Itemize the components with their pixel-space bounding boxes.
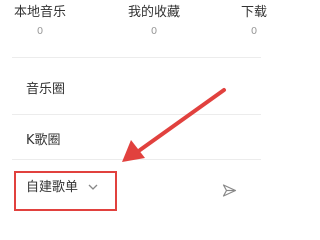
stat-label: 我的收藏 bbox=[127, 5, 180, 20]
stat-count: 0 bbox=[250, 26, 258, 37]
menu-item-music-circle[interactable]: 音乐圈 bbox=[26, 78, 65, 97]
stat-label: 下载 bbox=[240, 5, 267, 20]
divider bbox=[12, 57, 261, 58]
menu-item-k-song-circle[interactable]: K歌圈 bbox=[26, 129, 61, 148]
divider bbox=[12, 159, 261, 160]
stat-count: 0 bbox=[36, 26, 44, 37]
stats-bar: 本地音乐 0 我的收藏 0 下载 0 bbox=[0, 0, 267, 50]
stat-downloads[interactable]: 下载 0 bbox=[226, 4, 282, 39]
stat-label: 本地音乐 bbox=[13, 5, 66, 20]
send-icon[interactable] bbox=[222, 183, 237, 202]
highlight-box bbox=[14, 171, 117, 211]
stat-count: 0 bbox=[150, 26, 158, 37]
stat-local-music[interactable]: 本地音乐 0 bbox=[8, 4, 72, 39]
divider bbox=[12, 114, 261, 115]
stat-my-favorites[interactable]: 我的收藏 0 bbox=[120, 4, 188, 39]
